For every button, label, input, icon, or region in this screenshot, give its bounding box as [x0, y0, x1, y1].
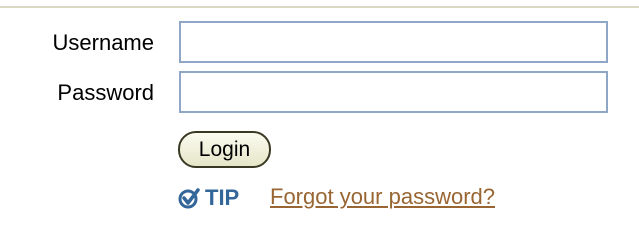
check-circle-icon: [178, 187, 200, 209]
tip-label: TIP: [205, 185, 240, 210]
forgot-password-link[interactable]: Forgot your password?: [270, 184, 495, 210]
login-button[interactable]: Login: [178, 131, 271, 168]
password-input[interactable]: [179, 71, 608, 113]
top-divider: [0, 6, 639, 8]
username-label: Username: [52, 30, 154, 55]
password-label: Password: [57, 80, 154, 105]
username-input[interactable]: [179, 21, 608, 63]
tip: TIP: [178, 183, 239, 213]
